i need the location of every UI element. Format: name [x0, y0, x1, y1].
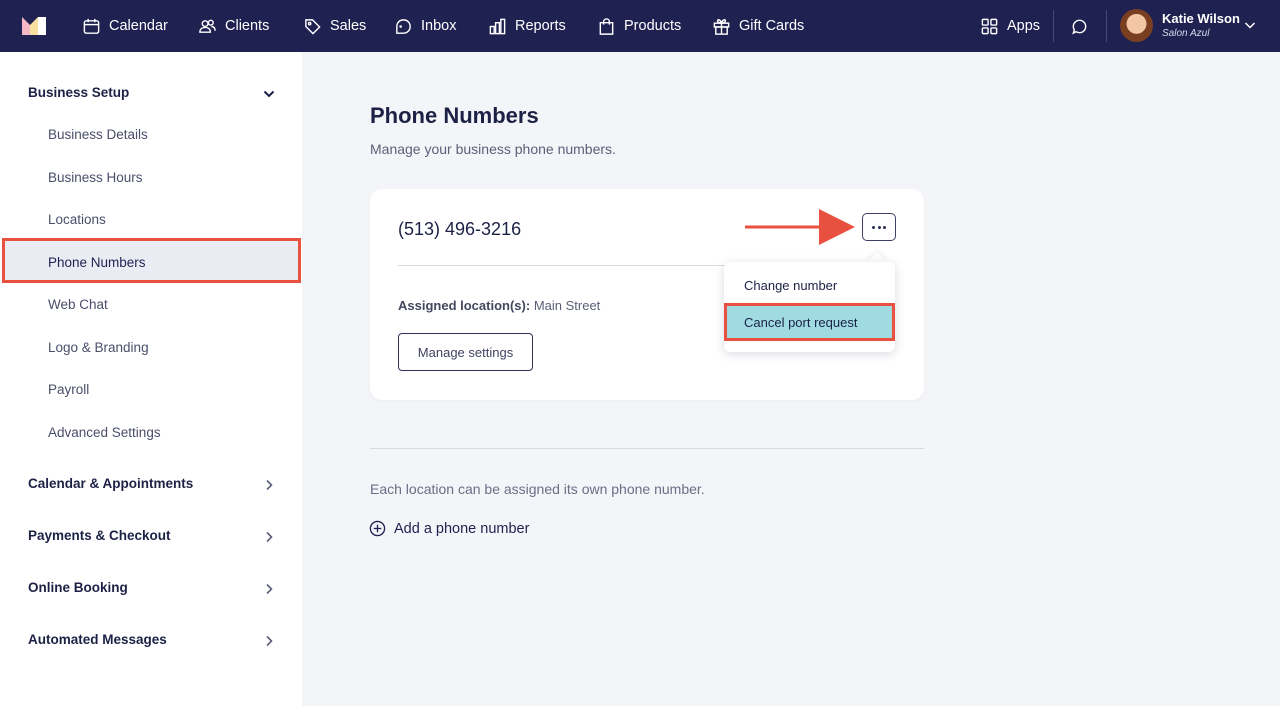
nav-products-label: Products — [624, 18, 682, 34]
nav-clients-label: Clients — [225, 18, 270, 34]
more-dot-icon — [872, 225, 875, 229]
bar-chart-icon — [489, 18, 506, 34]
sidebar-item-business-details[interactable]: Business Details — [48, 127, 148, 142]
nav-products[interactable]: Products — [597, 0, 681, 52]
user-avatar[interactable] — [1120, 9, 1153, 42]
chevron-down-icon[interactable] — [1243, 18, 1257, 32]
sidebar-item-web-chat[interactable]: Web Chat — [48, 297, 108, 312]
nav-gift-cards[interactable]: Gift Cards — [712, 0, 804, 52]
nav-clients[interactable]: Clients — [198, 0, 269, 52]
active-highlight — [2, 238, 301, 283]
nav-sales[interactable]: Sales — [303, 0, 366, 52]
chevron-down-icon[interactable] — [262, 87, 276, 101]
nav-reports[interactable]: Reports — [488, 0, 566, 52]
nav-divider — [1106, 10, 1107, 42]
section-business-setup[interactable]: Business Setup — [28, 85, 129, 100]
add-phone-number-link[interactable]: Add a phone number — [369, 520, 529, 537]
card-divider — [398, 265, 728, 266]
apps-grid-icon — [981, 18, 998, 34]
phone-number: (513) 496-3216 — [398, 219, 522, 239]
menu-item-change-number[interactable]: Change number — [724, 268, 895, 302]
sidebar-item-logo-branding[interactable]: Logo & Branding — [48, 340, 149, 355]
tag-icon — [305, 18, 321, 35]
sidebar-item-business-hours[interactable]: Business Hours — [48, 170, 143, 185]
nav-gift-cards-label: Gift Cards — [739, 18, 805, 34]
location-hint: Each location can be assigned its own ph… — [370, 481, 705, 497]
app-logo-icon[interactable] — [20, 13, 48, 37]
nav-inbox-label: Inbox — [421, 18, 457, 34]
chevron-right-icon[interactable] — [262, 478, 276, 492]
assigned-label: Assigned location(s): — [398, 298, 531, 313]
nav-divider — [1053, 10, 1054, 42]
page-title: Phone Numbers — [370, 103, 539, 128]
nav-apps-label: Apps — [1007, 18, 1041, 34]
sidebar-item-phone-numbers[interactable]: Phone Numbers — [48, 255, 146, 270]
nav-apps[interactable]: Apps — [980, 0, 1040, 52]
section-online-booking[interactable]: Online Booking — [28, 580, 128, 595]
options-dropdown-menu: Change number Cancel port request — [724, 262, 895, 352]
settings-sidebar: Business Setup Business Details Business… — [0, 52, 302, 706]
more-options-button[interactable] — [862, 213, 896, 241]
chevron-right-icon[interactable] — [262, 634, 276, 648]
plus-circle-icon — [369, 520, 386, 537]
inbox-icon — [396, 18, 411, 34]
more-dot-icon — [883, 225, 886, 229]
assigned-locations: Assigned location(s): Main Street — [398, 298, 600, 313]
section-calendar-appointments[interactable]: Calendar & Appointments — [28, 476, 193, 491]
user-business-name: Salon Azul — [1162, 28, 1210, 39]
chevron-right-icon[interactable] — [262, 582, 276, 596]
calendar-icon — [83, 18, 100, 34]
nav-calendar[interactable]: Calendar — [82, 0, 168, 52]
nav-sales-label: Sales — [330, 18, 367, 34]
section-divider — [370, 448, 924, 449]
nav-reports-label: Reports — [515, 18, 566, 34]
chat-bubble-icon — [1072, 19, 1087, 35]
annotation-arrow-icon — [745, 209, 855, 245]
section-payments-checkout[interactable]: Payments & Checkout — [28, 528, 171, 543]
page-subtitle: Manage your business phone numbers. — [370, 141, 616, 157]
section-automated-messages[interactable]: Automated Messages — [28, 632, 167, 647]
chevron-right-icon[interactable] — [262, 530, 276, 544]
more-dot-icon — [877, 225, 881, 229]
sidebar-item-locations[interactable]: Locations — [48, 212, 106, 227]
user-name[interactable]: Katie Wilson — [1162, 11, 1240, 26]
top-navigation: Calendar Clients Sales Inbox Reports Pro… — [0, 0, 1280, 52]
nav-chat[interactable] — [1070, 0, 1089, 52]
menu-item-cancel-port-request[interactable]: Cancel port request — [724, 303, 895, 341]
assigned-value: Main Street — [533, 298, 601, 313]
sidebar-item-payroll[interactable]: Payroll — [48, 382, 89, 397]
add-phone-number-label: Add a phone number — [394, 520, 530, 537]
gift-icon — [713, 18, 730, 35]
clients-icon — [199, 19, 216, 33]
shopping-bag-icon — [599, 17, 614, 35]
nav-inbox[interactable]: Inbox — [394, 0, 456, 52]
manage-settings-button[interactable]: Manage settings — [398, 333, 533, 371]
sidebar-item-advanced-settings[interactable]: Advanced Settings — [48, 425, 161, 440]
nav-calendar-label: Calendar — [109, 18, 168, 34]
